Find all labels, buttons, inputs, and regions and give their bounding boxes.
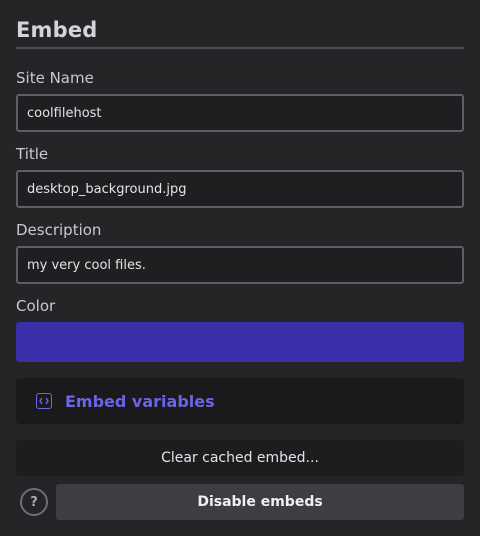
color-picker-swatch[interactable] bbox=[16, 322, 464, 362]
color-label: Color bbox=[16, 297, 56, 315]
site-name-label: Site Name bbox=[16, 69, 94, 87]
embed-variables-button[interactable]: Embed variables bbox=[16, 378, 464, 424]
description-label: Description bbox=[16, 221, 102, 239]
embed-variables-label: Embed variables bbox=[65, 391, 215, 411]
code-icon bbox=[36, 393, 52, 409]
section-title: Embed bbox=[16, 18, 98, 42]
title-input[interactable] bbox=[16, 170, 464, 208]
title-label: Title bbox=[16, 145, 49, 163]
disable-embeds-button[interactable]: Disable embeds bbox=[56, 484, 464, 520]
clear-cached-embed-button[interactable]: Clear cached embed... bbox=[16, 440, 464, 476]
embed-settings-panel: Embed Site Name Title Description Color … bbox=[0, 0, 480, 536]
description-input[interactable] bbox=[16, 246, 464, 284]
help-icon[interactable]: ? bbox=[20, 488, 48, 516]
section-divider bbox=[16, 47, 464, 49]
site-name-input[interactable] bbox=[16, 94, 464, 132]
